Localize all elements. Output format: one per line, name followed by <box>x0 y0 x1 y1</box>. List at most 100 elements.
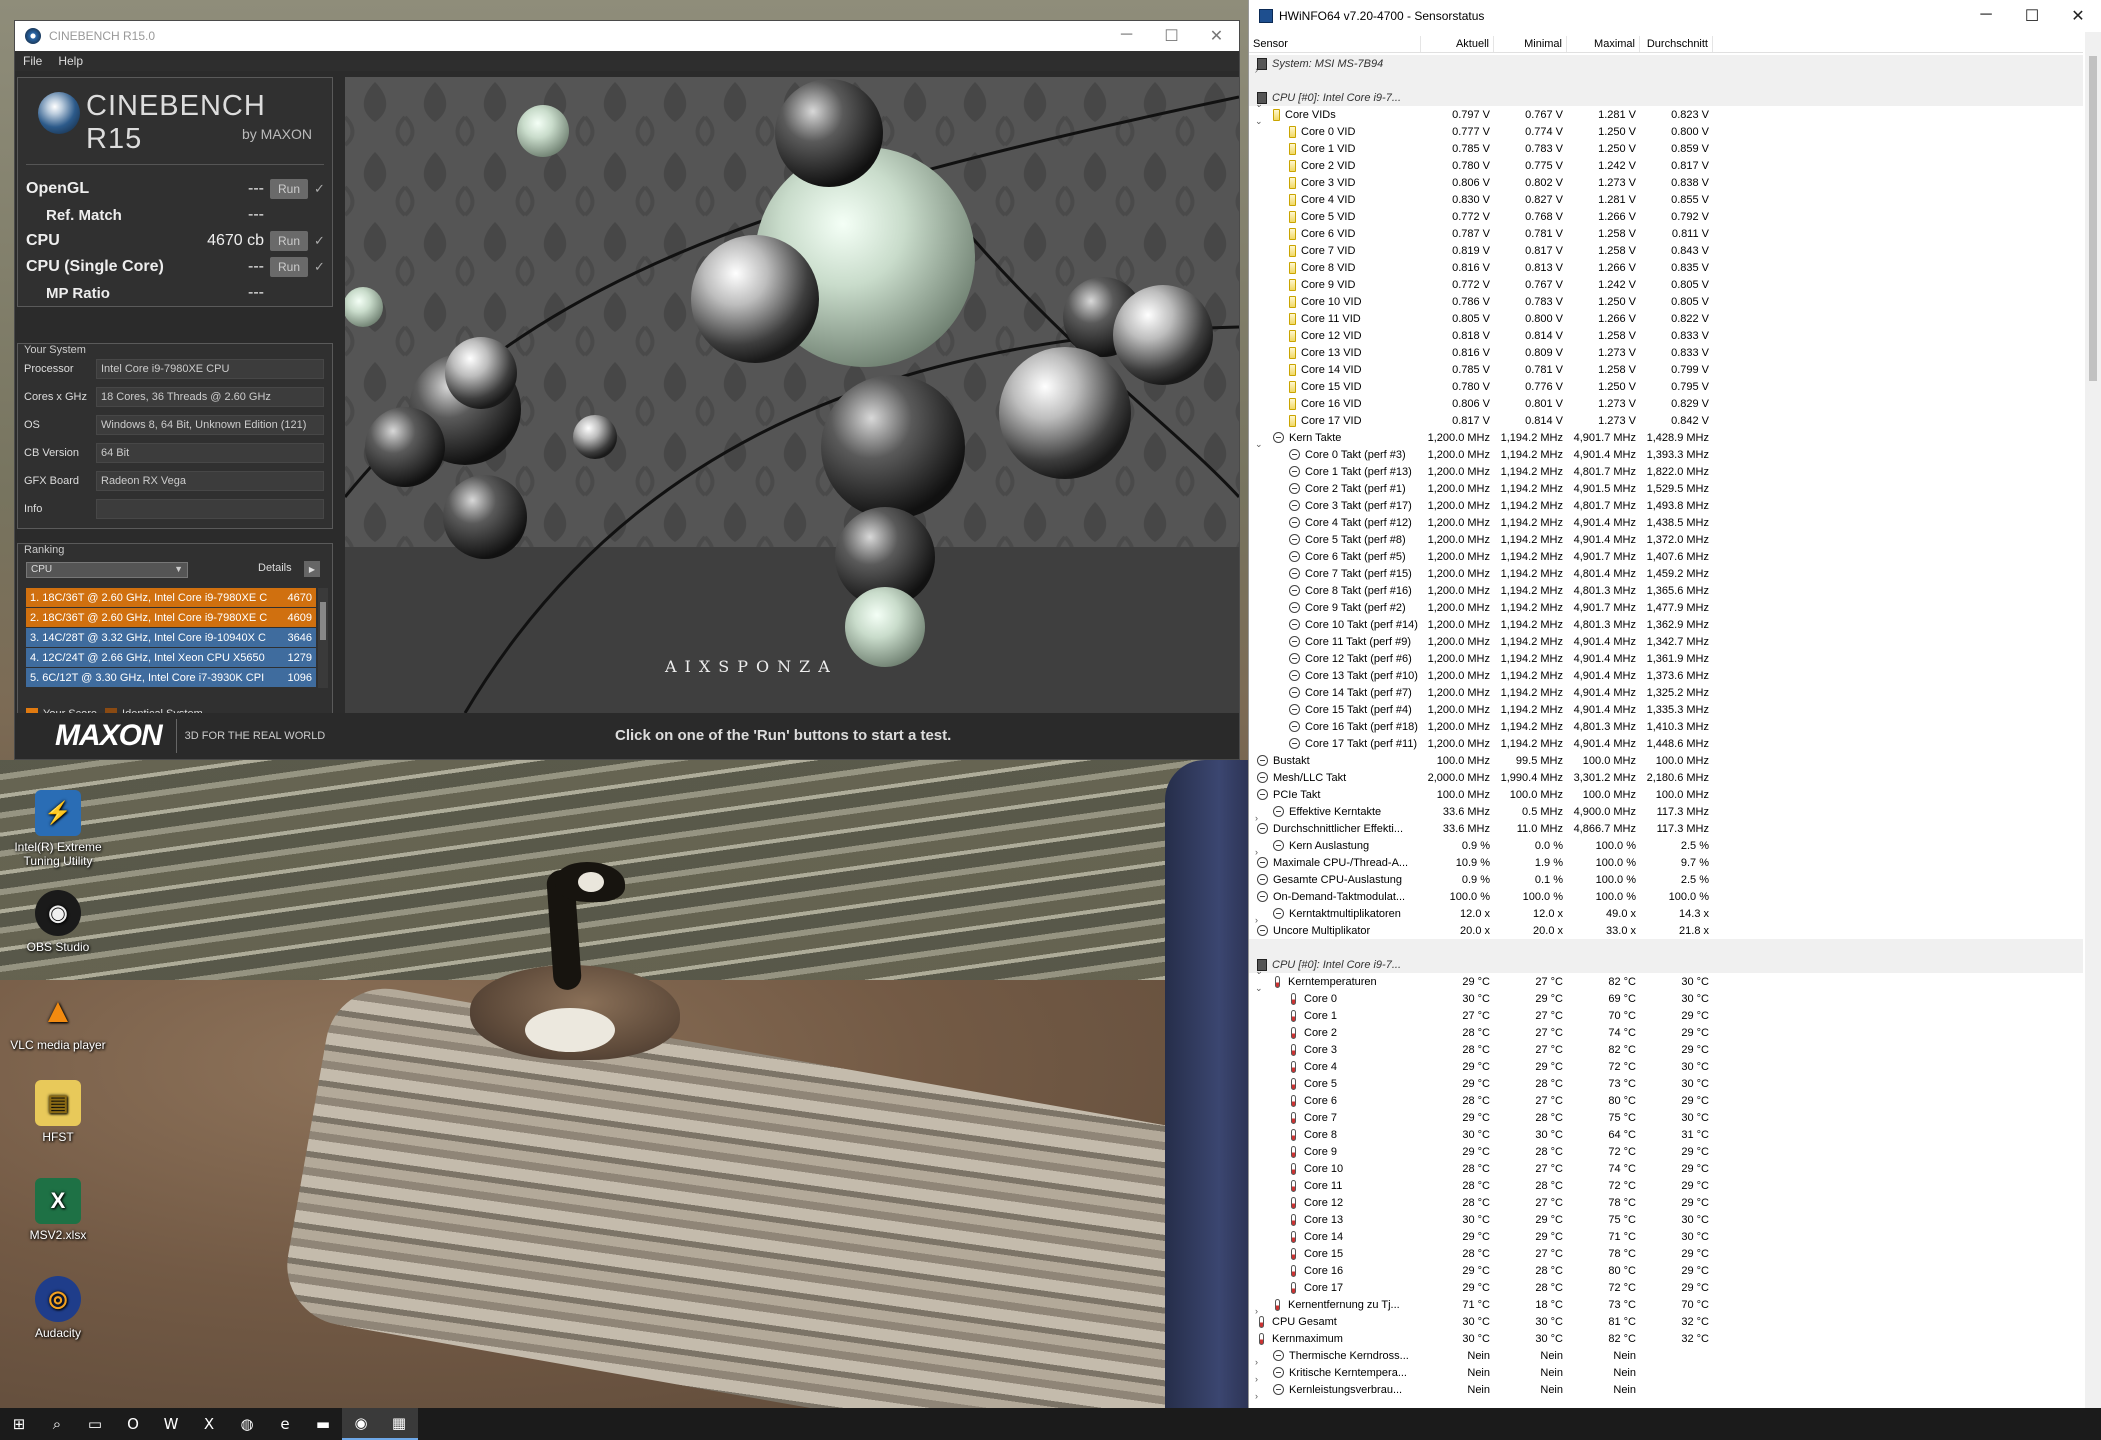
system-info-value[interactable]: 18 Cores, 36 Threads @ 2.60 GHz <box>96 387 324 407</box>
sensor-row[interactable]: › System: MSI MS-7B94 <box>1249 55 2083 75</box>
checkmark-icon[interactable]: ✓ <box>314 233 326 249</box>
chevron-down-icon[interactable]: ⌄ <box>1255 99 1263 110</box>
sensor-row[interactable]: › Thermische Kerndross... Nein Nein Nein <box>1249 1347 2083 1367</box>
ranking-row[interactable]: 1. 18C/36T @ 2.60 GHz, Intel Core i9-798… <box>26 588 316 608</box>
edge-button[interactable]: e <box>266 1408 304 1440</box>
explorer-button[interactable]: ▬ <box>304 1408 342 1440</box>
sensor-row[interactable]: ⌄ CPU [#0]: Intel Core i9-7... <box>1249 89 2083 109</box>
chevron-right-icon[interactable]: › <box>1255 1357 1258 1367</box>
sensor-row[interactable]: Core 5 29 °C 28 °C 73 °C 30 °C <box>1249 1075 2083 1092</box>
column-header-maximal[interactable]: Maximal <box>1567 36 1640 52</box>
maximize-icon[interactable]: ☐ <box>1149 26 1194 46</box>
sensor-row[interactable]: Core 12 Takt (perf #6) 1,200.0 MHz 1,194.2… <box>1249 650 2083 667</box>
sensor-row[interactable]: Core 2 VID 0.780 V 0.775 V 1.242 V 0.817 V <box>1249 157 2083 174</box>
sensor-row[interactable]: Core 0 30 °C 29 °C 69 °C 30 °C <box>1249 990 2083 1007</box>
sensor-row[interactable]: Maximale CPU-/Thread-A... 10.9 % 1.9 % 100.… <box>1249 854 2083 871</box>
column-header-aktuell[interactable]: Aktuell <box>1421 36 1494 52</box>
sensor-row[interactable]: Core 3 VID 0.806 V 0.802 V 1.273 V 0.838 V <box>1249 174 2083 191</box>
sensor-row[interactable]: Kernmaximum 30 °C 30 °C 82 °C 32 °C <box>1249 1330 2083 1347</box>
desktop-icon[interactable]: ◉ OBS Studio <box>6 890 110 954</box>
hwinfo-button[interactable]: ▦ <box>380 1408 418 1440</box>
chevron-right-icon[interactable]: › <box>1255 1391 1258 1401</box>
search-button[interactable]: ⌕ <box>38 1408 76 1440</box>
sensor-row[interactable]: Core 11 28 °C 28 °C 72 °C 29 °C <box>1249 1177 2083 1194</box>
sensor-row[interactable]: Core 10 28 °C 27 °C 74 °C 29 °C <box>1249 1160 2083 1177</box>
sensor-row[interactable]: Core 6 Takt (perf #5) 1,200.0 MHz 1,194.2 … <box>1249 548 2083 565</box>
sensor-row[interactable]: › Kernentfernung zu Tj... 71 °C 18 °C 73 °C 7… <box>1249 1296 2083 1316</box>
cinebench-button[interactable]: ◉ <box>342 1408 380 1440</box>
ranking-row[interactable]: 2. 18C/36T @ 2.60 GHz, Intel Core i9-798… <box>26 608 316 628</box>
sensor-row[interactable]: Core 14 29 °C 29 °C 71 °C 30 °C <box>1249 1228 2083 1245</box>
sensor-row[interactable]: Core 1 Takt (perf #13) 1,200.0 MHz 1,194.2… <box>1249 463 2083 480</box>
column-header-durchschnitt[interactable]: Durchschnitt <box>1640 36 1713 52</box>
chevron-right-icon[interactable]: › <box>1255 813 1258 823</box>
sensor-row[interactable]: PCIe Takt 100.0 MHz 100.0 MHz 100.0 MHz 100.… <box>1249 786 2083 803</box>
close-icon[interactable]: ✕ <box>2055 6 2101 26</box>
system-info-value[interactable]: Intel Core i9-7980XE CPU <box>96 359 324 379</box>
sensor-row[interactable]: Core 17 VID 0.817 V 0.814 V 1.273 V 0.842 V <box>1249 412 2083 429</box>
sensor-row[interactable]: Bustakt 100.0 MHz 99.5 MHz 100.0 MHz 100.0 M… <box>1249 752 2083 769</box>
sensor-row[interactable]: Core 13 Takt (perf #10) 1,200.0 MHz 1,194.… <box>1249 667 2083 684</box>
sensor-row[interactable]: Core 8 30 °C 30 °C 64 °C 31 °C <box>1249 1126 2083 1143</box>
sensor-row[interactable]: ⌄ Kern Takte 1,200.0 MHz 1,194.2 MHz 4,901.7… <box>1249 429 2083 449</box>
sensor-row[interactable]: Core 2 Takt (perf #1) 1,200.0 MHz 1,194.2 … <box>1249 480 2083 497</box>
system-info-value[interactable]: Windows 8, 64 Bit, Unknown Edition (121) <box>96 415 324 435</box>
sensor-row[interactable]: Core 7 Takt (perf #15) 1,200.0 MHz 1,194.2… <box>1249 565 2083 582</box>
chevron-down-icon[interactable]: ⌄ <box>1255 983 1263 994</box>
sensor-row[interactable]: Core 15 VID 0.780 V 0.776 V 1.250 V 0.795 V <box>1249 378 2083 395</box>
sensor-row[interactable]: Core 14 VID 0.785 V 0.781 V 1.258 V 0.799 V <box>1249 361 2083 378</box>
chevron-down-icon[interactable]: ⌄ <box>1255 966 1263 977</box>
desktop-icon[interactable]: X MSV2.xlsx <box>6 1178 110 1242</box>
sensor-row[interactable]: Core 10 VID 0.786 V 0.783 V 1.250 V 0.805 V <box>1249 293 2083 310</box>
ranking-row[interactable]: 4. 12C/24T @ 2.66 GHz, Intel Xeon CPU X5… <box>26 648 316 668</box>
chevron-right-icon[interactable]: › <box>1255 1306 1258 1316</box>
start-button[interactable]: ⊞ <box>0 1408 38 1440</box>
sensor-row[interactable]: › Kernleistungsverbrau... Nein Nein Nein <box>1249 1381 2083 1401</box>
run-button[interactable]: Run <box>270 257 308 277</box>
desktop-icon[interactable]: ⚡ Intel(R) Extreme Tuning Utility <box>6 790 110 868</box>
sensor-row[interactable]: Core 15 Takt (perf #4) 1,200.0 MHz 1,194.2… <box>1249 701 2083 718</box>
sensor-row[interactable]: Core 10 Takt (perf #14) 1,200.0 MHz 1,194.… <box>1249 616 2083 633</box>
chevron-down-icon[interactable]: ⌄ <box>1255 439 1263 450</box>
close-icon[interactable]: ✕ <box>1194 26 1239 46</box>
task-view-button[interactable]: ▭ <box>76 1408 114 1440</box>
sensor-row[interactable]: Core 3 28 °C 27 °C 82 °C 29 °C <box>1249 1041 2083 1058</box>
checkmark-icon[interactable]: ✓ <box>314 181 326 197</box>
ranking-row[interactable]: 5. 6C/12T @ 3.30 GHz, Intel Core i7-3930… <box>26 668 316 688</box>
sensor-row[interactable]: Core 12 28 °C 27 °C 78 °C 29 °C <box>1249 1194 2083 1211</box>
system-info-value[interactable]: Radeon RX Vega <box>96 471 324 491</box>
sensor-row[interactable]: Core 0 Takt (perf #3) 1,200.0 MHz 1,194.2 … <box>1249 446 2083 463</box>
sensor-row[interactable]: Core 11 VID 0.805 V 0.800 V 1.266 V 0.822 V <box>1249 310 2083 327</box>
system-info-value[interactable] <box>96 499 324 519</box>
sensor-row[interactable]: Core 4 29 °C 29 °C 72 °C 30 °C <box>1249 1058 2083 1075</box>
sensor-row[interactable]: ⌄ Kerntemperaturen 29 °C 27 °C 82 °C 30 °C <box>1249 973 2083 993</box>
sensor-row[interactable]: Core 13 VID 0.816 V 0.809 V 1.273 V 0.833 V <box>1249 344 2083 361</box>
chevron-right-icon[interactable]: › <box>1255 915 1258 925</box>
minimize-icon[interactable]: ─ <box>1963 6 2009 26</box>
firefox-button[interactable]: ◍ <box>228 1408 266 1440</box>
sensor-row[interactable]: Gesamte CPU-Auslastung 0.9 % 0.1 % 100.0 % 2… <box>1249 871 2083 888</box>
sensor-scroll-thumb[interactable] <box>2089 56 2097 381</box>
sensor-row[interactable]: Core 16 Takt (perf #18) 1,200.0 MHz 1,194.… <box>1249 718 2083 735</box>
chevron-right-icon[interactable]: › <box>1255 847 1258 857</box>
sensor-row[interactable]: Core 1 27 °C 27 °C 70 °C 29 °C <box>1249 1007 2083 1024</box>
sensor-row[interactable]: Core 16 VID 0.806 V 0.801 V 1.273 V 0.829 V <box>1249 395 2083 412</box>
outlook-button[interactable]: O <box>114 1408 152 1440</box>
sensor-row[interactable]: Core 14 Takt (perf #7) 1,200.0 MHz 1,194.2… <box>1249 684 2083 701</box>
desktop-icon[interactable]: ▲ VLC media player <box>6 988 110 1053</box>
chevron-right-icon[interactable]: › <box>1255 65 1258 75</box>
sensor-row[interactable]: Core 5 VID 0.772 V 0.768 V 1.266 V 0.792 V <box>1249 208 2083 225</box>
sensor-row[interactable]: Core 16 29 °C 28 °C 80 °C 29 °C <box>1249 1262 2083 1279</box>
sensor-row[interactable]: Core 8 VID 0.816 V 0.813 V 1.266 V 0.835 V <box>1249 259 2083 276</box>
sensor-row[interactable]: Core 17 Takt (perf #11) 1,200.0 MHz 1,194.… <box>1249 735 2083 752</box>
word-button[interactable]: W <box>152 1408 190 1440</box>
sensor-row[interactable]: Core 2 28 °C 27 °C 74 °C 29 °C <box>1249 1024 2083 1041</box>
system-info-value[interactable]: 64 Bit <box>96 443 324 463</box>
sensor-row[interactable]: Core 7 VID 0.819 V 0.817 V 1.258 V 0.843 V <box>1249 242 2083 259</box>
ranking-select[interactable]: CPU ▼ <box>26 562 188 578</box>
sensor-row[interactable]: › Effektive Kerntakte 33.6 MHz 0.5 MHz 4,900… <box>1249 803 2083 823</box>
desktop-icon[interactable]: ◎ Audacity <box>6 1276 110 1340</box>
sensor-row[interactable]: Core 1 VID 0.785 V 0.783 V 1.250 V 0.859 V <box>1249 140 2083 157</box>
excel-button[interactable]: X <box>190 1408 228 1440</box>
sensor-row[interactable]: Core 6 28 °C 27 °C 80 °C 29 °C <box>1249 1092 2083 1109</box>
